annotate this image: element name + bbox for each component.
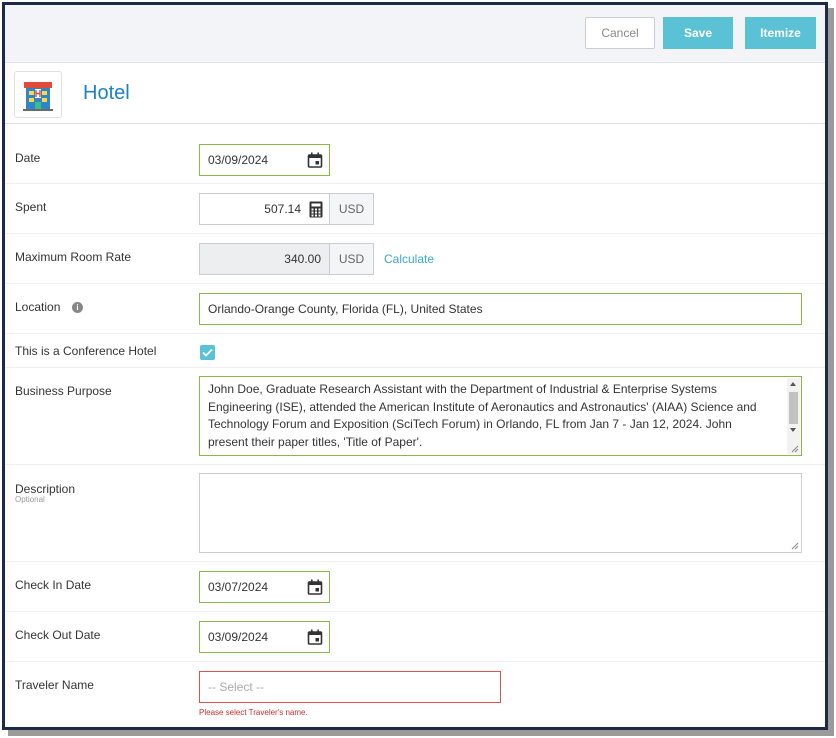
info-icon[interactable]: i	[72, 302, 83, 313]
conference-hotel-row: This is a Conference Hotel	[5, 334, 825, 368]
date-value: 03/09/2024	[208, 153, 269, 167]
business-purpose-label: Business Purpose	[15, 384, 112, 398]
conference-hotel-checkbox[interactable]	[200, 345, 215, 360]
traveler-name-label: Traveler Name	[15, 678, 94, 692]
calendar-icon[interactable]	[307, 152, 323, 168]
date-label: Date	[15, 151, 41, 165]
hotel-icon	[14, 71, 62, 118]
traveler-name-row: Traveler Name -- Select -- Please select…	[5, 662, 825, 727]
resize-handle-icon[interactable]	[791, 542, 799, 550]
spent-label: Spent	[15, 200, 47, 214]
spent-input[interactable]: 507.14	[199, 193, 330, 225]
scroll-down-icon[interactable]	[790, 428, 796, 432]
description-row: Description Optional	[5, 465, 825, 562]
textarea-scrollbar[interactable]	[787, 378, 800, 454]
check-in-label: Check In Date	[15, 578, 92, 592]
location-value: Orlando-Orange County, Florida (FL), Uni…	[208, 302, 483, 316]
description-label: Description	[15, 482, 76, 496]
traveler-name-select[interactable]: -- Select --	[199, 671, 501, 703]
expense-header: Hotel	[5, 64, 825, 124]
check-out-value: 03/09/2024	[208, 630, 269, 644]
location-input[interactable]: Orlando-Orange County, Florida (FL), Uni…	[199, 293, 802, 325]
check-in-field[interactable]: 03/07/2024	[199, 571, 330, 603]
check-out-row: Check Out Date 03/09/2024	[5, 612, 825, 662]
max-room-rate-value: 340.00	[284, 252, 321, 266]
description-textarea[interactable]	[199, 473, 802, 553]
save-button[interactable]: Save	[663, 17, 733, 49]
toolbar: Cancel Save Itemize	[5, 5, 825, 63]
business-purpose-textarea[interactable]: John Doe, Graduate Research Assistant wi…	[199, 376, 802, 456]
max-room-rate-input: 340.00	[199, 243, 330, 275]
traveler-name-placeholder: -- Select --	[208, 680, 265, 694]
check-out-field[interactable]: 03/09/2024	[199, 621, 330, 653]
max-room-rate-currency: USD	[330, 243, 374, 275]
description-optional-label: Optional	[15, 495, 45, 504]
scroll-thumb[interactable]	[789, 392, 798, 424]
cancel-button[interactable]: Cancel	[585, 17, 655, 49]
calculator-icon[interactable]	[309, 201, 323, 218]
date-field[interactable]: 03/09/2024	[199, 144, 330, 176]
check-in-value: 03/07/2024	[208, 580, 269, 594]
business-purpose-value: John Doe, Graduate Research Assistant wi…	[208, 382, 757, 449]
date-row: Date 03/09/2024	[5, 135, 825, 184]
business-purpose-row: Business Purpose John Doe, Graduate Rese…	[5, 368, 825, 465]
spent-row: Spent 507.14 USD	[5, 184, 825, 234]
location-row: Location i Orlando-Orange County, Florid…	[5, 284, 825, 334]
location-label: Location	[15, 300, 61, 314]
page-title: Hotel	[83, 82, 130, 104]
max-room-rate-row: Maximum Room Rate 340.00 USD Calculate	[5, 234, 825, 284]
calendar-icon[interactable]	[307, 579, 323, 595]
scroll-up-icon[interactable]	[790, 382, 796, 386]
calendar-icon[interactable]	[307, 629, 323, 645]
check-in-row: Check In Date 03/07/2024	[5, 562, 825, 612]
conference-hotel-label: This is a Conference Hotel	[15, 344, 157, 358]
traveler-name-error: Please select Traveler's name.	[199, 708, 308, 717]
itemize-button[interactable]: Itemize	[745, 17, 816, 49]
checkmark-icon	[202, 348, 213, 357]
expense-form-window: Cancel Save Itemize Hotel Date 03/09/202…	[2, 2, 828, 730]
calculate-link[interactable]: Calculate	[384, 252, 434, 266]
spent-currency: USD	[330, 193, 374, 225]
check-out-label: Check Out Date	[15, 628, 101, 642]
spent-value: 507.14	[264, 202, 301, 216]
max-room-rate-label: Maximum Room Rate	[15, 250, 132, 264]
resize-handle-icon[interactable]	[791, 445, 799, 453]
